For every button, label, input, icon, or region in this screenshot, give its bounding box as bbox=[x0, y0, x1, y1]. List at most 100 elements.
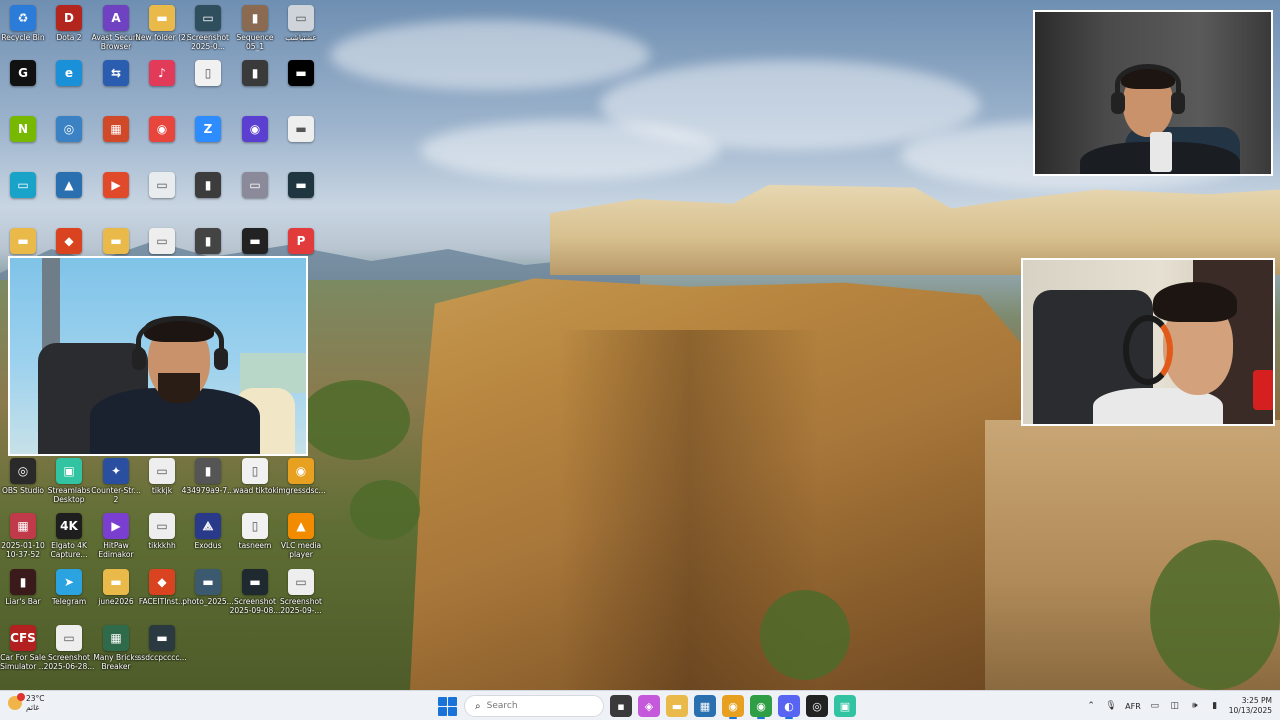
taskbar-app-chrome[interactable]: ◉ bbox=[750, 695, 772, 719]
desktop-icon[interactable]: ▯ tasneem bbox=[231, 513, 279, 550]
desktop-icon[interactable]: ▮ 434979a9-7... bbox=[182, 458, 234, 495]
app-icon: ▬ bbox=[103, 228, 129, 254]
desktop-icon[interactable]: G bbox=[0, 60, 47, 88]
desktop-icon[interactable]: ▣ Streamlabs Desktop bbox=[45, 458, 93, 504]
desktop-icon[interactable]: ◉ imgressdsc... bbox=[276, 458, 326, 495]
desktop-icon[interactable]: ▬ bbox=[277, 60, 325, 88]
desktop-icon[interactable]: ▮ Sequence 05_1 bbox=[231, 5, 279, 51]
desktop-icon[interactable]: ▬ bbox=[277, 172, 325, 200]
taskbar-app-chrome-canary[interactable]: ◉ bbox=[722, 695, 744, 719]
desktop-icon[interactable]: ⇆ bbox=[92, 60, 140, 88]
language-indicator[interactable]: AFR bbox=[1125, 702, 1141, 711]
desktop-icon[interactable]: e bbox=[45, 60, 93, 88]
desktop-icon[interactable]: ➤ Telegram bbox=[45, 569, 93, 606]
app-icon: A bbox=[103, 5, 129, 31]
desktop-icon[interactable]: N bbox=[0, 116, 47, 144]
desktop-icon[interactable]: ▦ bbox=[92, 116, 140, 144]
battery-icon[interactable]: ▮ bbox=[1209, 700, 1221, 712]
volume-icon[interactable]: 🕪︎ bbox=[1189, 700, 1201, 712]
desktop-icon[interactable]: ▲ bbox=[45, 172, 93, 200]
desktop-icon[interactable]: ▬ bbox=[92, 228, 140, 256]
app-icon: ▦ bbox=[10, 513, 36, 539]
desktop-icon[interactable]: ▬ photo_2025... bbox=[182, 569, 234, 606]
desktop-icon[interactable]: ▶ bbox=[92, 172, 140, 200]
desktop-icon[interactable]: ▯ waad tiktok bbox=[231, 458, 279, 495]
desktop-icon[interactable]: ▬ bbox=[0, 228, 47, 256]
app-icon: ▮ bbox=[242, 5, 268, 31]
desktop-icon[interactable]: ◆ FACEITInst... bbox=[138, 569, 186, 606]
desktop-icon[interactable]: ▶ HitPaw Edimakor bbox=[92, 513, 140, 559]
headset-earcup bbox=[1111, 92, 1125, 114]
search-input[interactable] bbox=[486, 701, 587, 711]
windows-logo-pane bbox=[437, 696, 447, 706]
tree bbox=[350, 480, 420, 540]
taskbar-app-obs[interactable]: ◎ bbox=[806, 695, 828, 717]
microphone-icon[interactable]: 🎙︎ bbox=[1105, 700, 1117, 712]
desktop-icon[interactable]: ▭ bbox=[0, 172, 47, 200]
app-icon: ▬ bbox=[288, 116, 314, 142]
desktop-icon[interactable]: ▬ bbox=[231, 228, 279, 256]
app-icon: ▬ bbox=[149, 5, 175, 31]
desktop-icon[interactable]: ◉ bbox=[138, 116, 186, 144]
desktop-icon[interactable]: P bbox=[277, 228, 325, 256]
desktop-icon[interactable]: ▭ عشتياشب bbox=[277, 5, 325, 42]
desktop-icon[interactable]: ▬ ssdccpcccc... bbox=[137, 625, 187, 662]
app-icon: ◆ bbox=[56, 228, 82, 254]
desktop-icon[interactable]: ▦ 2025-01-10 10-37-52 bbox=[0, 513, 47, 559]
desktop-icon[interactable]: CFS Car For Sale Simulator ... bbox=[0, 625, 47, 671]
taskbar-app-file-explorer-tab[interactable]: ▪ bbox=[610, 695, 632, 717]
desktop-icon[interactable]: ▮ Liar's Bar bbox=[0, 569, 47, 606]
app-icon: P bbox=[288, 228, 314, 254]
desktop-icon[interactable]: 4K Elgato 4K Capture... bbox=[45, 513, 93, 559]
desktop-icon[interactable]: ⟁ Exodus bbox=[184, 513, 232, 550]
beard bbox=[158, 373, 200, 403]
desktop-icon-label: عشتياشب bbox=[285, 33, 317, 42]
desktop-icon[interactable]: ▬ Screenshot 2025-09-08... bbox=[230, 569, 280, 615]
desktop-icon[interactable]: ▭ Screenshot 2025-06-28... bbox=[44, 625, 94, 671]
start-button[interactable] bbox=[436, 695, 458, 717]
desktop-icon[interactable]: ▲ VLC media player bbox=[277, 513, 325, 559]
desktop-icon[interactable]: ▭ bbox=[138, 228, 186, 256]
taskbar-app-file-explorer[interactable]: ▬ bbox=[666, 695, 688, 717]
desktop-icon[interactable]: ✦ Counter-Str... 2 bbox=[91, 458, 141, 504]
taskbar-app-microsoft-store[interactable]: ▦ bbox=[694, 695, 716, 717]
desktop-icon[interactable]: ▭ bbox=[138, 172, 186, 200]
desktop-icon[interactable]: ◎ OBS Studio bbox=[0, 458, 47, 495]
desktop-icon[interactable]: ▬ bbox=[277, 116, 325, 144]
clock[interactable]: 3:25 PM 10/13/2025 bbox=[1229, 696, 1272, 716]
desktop-icon[interactable]: ▭ tikkkhh bbox=[138, 513, 186, 550]
desktop-icon[interactable]: ▭ Screenshot 2025-0... bbox=[184, 5, 232, 51]
weather-temperature: 23°C bbox=[26, 694, 45, 703]
desktop-icon[interactable]: ▯ bbox=[184, 60, 232, 88]
app-icon: ▭ bbox=[288, 5, 314, 31]
desktop-icon[interactable]: ▮ bbox=[231, 60, 279, 88]
desktop-icon[interactable]: ♻ Recycle Bin bbox=[0, 5, 47, 42]
desktop-icon[interactable]: ◎ bbox=[45, 116, 93, 144]
desktop-icon[interactable]: ▭ tikkjk bbox=[138, 458, 186, 495]
windows-logo-pane bbox=[447, 706, 457, 716]
desktop-icon[interactable]: ◉ bbox=[231, 116, 279, 144]
desktop-icon[interactable]: ▭ bbox=[231, 172, 279, 200]
desktop-icon[interactable]: ▭ Screenshot 2025-09-... bbox=[277, 569, 325, 615]
desktop-icon[interactable]: ▦ Many Bricks Breaker bbox=[92, 625, 140, 671]
taskbar-search[interactable]: ⌕ bbox=[464, 695, 604, 717]
taskbar-app-streamlabs[interactable]: ▣ bbox=[834, 695, 856, 717]
desktop-icon[interactable]: ▮ bbox=[184, 172, 232, 200]
desktop-icon[interactable]: D Dota 2 bbox=[45, 5, 93, 42]
desktop-icon[interactable]: Z bbox=[184, 116, 232, 144]
display-icon[interactable]: ▭ bbox=[1149, 700, 1161, 712]
app-icon: ◎ bbox=[56, 116, 82, 142]
taskbar-app-discord[interactable]: ◐ bbox=[778, 695, 800, 719]
desktop-icon[interactable]: ▬ New folder (2) bbox=[135, 5, 189, 42]
desktop-icon[interactable]: ♪ bbox=[138, 60, 186, 88]
desktop-icon[interactable]: ◆ bbox=[45, 228, 93, 256]
desktop-icon[interactable]: A Avast Secure Browser bbox=[92, 5, 140, 51]
taskbar-app-copilot[interactable]: ◈ bbox=[638, 695, 660, 717]
desktop-icon[interactable]: ▮ bbox=[184, 228, 232, 256]
network-icon[interactable]: ◫ bbox=[1169, 700, 1181, 712]
chevron-up-icon[interactable]: ⌃ bbox=[1085, 700, 1097, 712]
headset-earcup bbox=[132, 348, 146, 370]
desktop-icon[interactable]: ▬ june2026 bbox=[92, 569, 140, 606]
weather-widget[interactable]: 23°C غائم bbox=[8, 693, 45, 712]
app-icon: ◉ bbox=[242, 116, 268, 142]
